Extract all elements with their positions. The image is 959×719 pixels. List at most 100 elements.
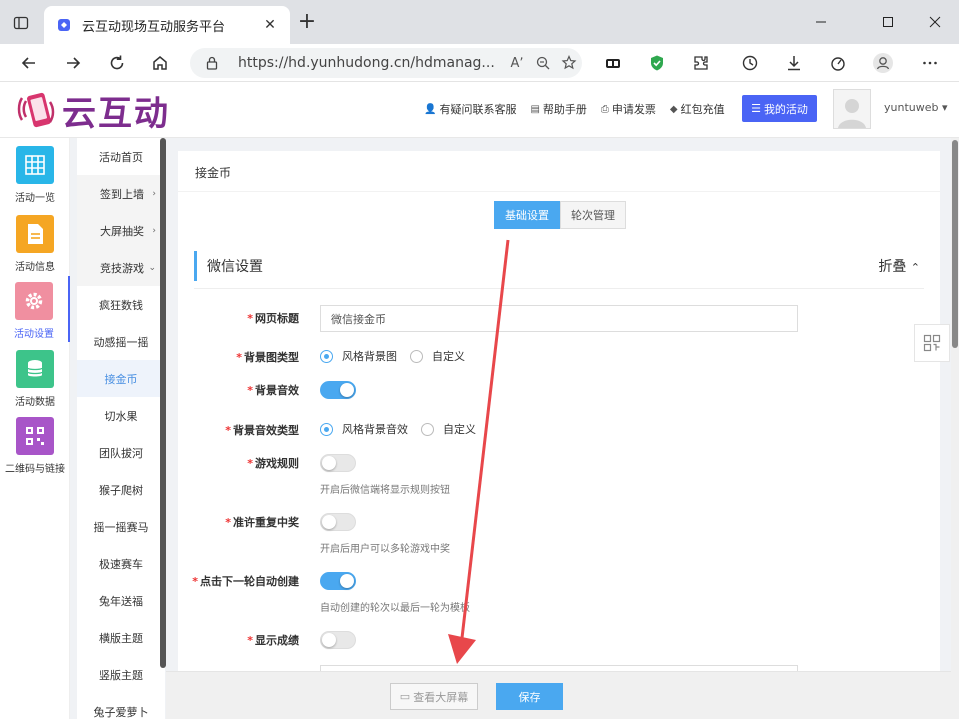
minimize-icon[interactable] xyxy=(799,8,843,36)
chevron-up-icon: ⌃ xyxy=(910,261,920,274)
printer-icon: ⎙ xyxy=(600,103,609,115)
sub-nav-item[interactable]: 极速赛车 xyxy=(77,545,165,582)
grid-icon xyxy=(16,146,54,184)
page-title: 接金币 xyxy=(195,166,232,180)
repeat-win-switch[interactable] xyxy=(320,513,356,531)
list-icon: ☰ xyxy=(751,102,761,115)
sub-nav-item[interactable]: 竞技游戏 ⌄ xyxy=(77,249,165,286)
contact-support-link[interactable]: 👤 有疑问联系客服 xyxy=(424,101,516,117)
page-scrollbar[interactable] xyxy=(951,138,959,719)
nav-activity-settings[interactable]: 活动设置 xyxy=(0,276,70,342)
qrcode-icon xyxy=(16,417,54,455)
more-menu-icon[interactable] xyxy=(916,49,944,77)
secondary-nav: 活动首页 签到上墙 › 大屏抽奖 › 竞技游戏 ⌄ 疯狂数钱 动感摇一摇 接金币 切水果 团队拔河 猴子… xyxy=(77,138,165,719)
gear-icon xyxy=(15,282,53,320)
fold-toggle[interactable]: 折叠 ⌃ xyxy=(878,256,920,276)
avatar[interactable] xyxy=(833,89,871,129)
new-tab-button[interactable]: + xyxy=(296,11,318,34)
sub-nav-item[interactable]: 兔子爱萝卜 xyxy=(77,693,165,719)
close-tab-icon[interactable]: ✕ xyxy=(262,17,278,33)
monitor-icon: ▭ xyxy=(399,690,411,703)
back-icon[interactable] xyxy=(15,49,43,77)
browser-tab[interactable]: 云互动现场互动服务平台 ✕ xyxy=(44,6,290,44)
logo[interactable]: 云互动 xyxy=(16,86,170,135)
bg-sound-switch[interactable] xyxy=(320,381,356,399)
home-icon[interactable] xyxy=(146,49,174,77)
my-activity-button[interactable]: ☰ 我的活动 xyxy=(742,95,817,122)
chevron-icon: › xyxy=(152,188,156,199)
performance-icon[interactable] xyxy=(824,49,852,77)
secondary-nav-scrollbar[interactable] xyxy=(160,138,166,668)
nav-activity-overview[interactable]: 活动一览 xyxy=(0,140,70,206)
sub-nav-item[interactable]: 兔年送福 xyxy=(77,582,165,619)
lock-icon xyxy=(206,56,218,70)
rules-switch[interactable] xyxy=(320,454,356,472)
history-icon[interactable] xyxy=(736,49,764,77)
url-text: https://hd.yunhudong.cn/hdmanag... xyxy=(238,55,495,71)
auto-next-switch[interactable] xyxy=(320,572,356,590)
bg-sound-type-label: * 背景音效类型 xyxy=(225,424,299,437)
save-button[interactable]: 保存 xyxy=(496,683,563,710)
shield-extension-icon[interactable] xyxy=(643,49,671,77)
nav-activity-info[interactable]: 活动信息 xyxy=(0,209,70,275)
chevron-icon: ⌄ xyxy=(148,262,156,273)
page-title-label: * 网页标题 xyxy=(247,312,299,325)
bg-sound-radio-custom[interactable] xyxy=(421,422,434,436)
sub-nav-item[interactable]: 摇一摇赛马 xyxy=(77,508,165,545)
download-icon[interactable] xyxy=(780,49,808,77)
refresh-icon[interactable] xyxy=(103,49,131,77)
sub-nav-item[interactable]: 活动首页 xyxy=(77,138,165,175)
tab-round-management[interactable]: 轮次管理 xyxy=(560,201,626,229)
username-menu[interactable]: yuntuweb ▾ xyxy=(884,101,948,114)
title-divider xyxy=(178,191,940,192)
auto-next-label: * 点击下一轮自动创建 xyxy=(192,575,299,588)
floating-qrcode-button[interactable] xyxy=(914,324,950,362)
view-big-screen-button[interactable]: ▭ 查看大屏幕 xyxy=(390,683,478,710)
main-panel: 接金币 基础设置 轮次管理 微信设置 折叠 ⌃ * 网页标题 微信接金币 * 背景图… xyxy=(178,151,940,671)
page-scrollbar-thumb[interactable] xyxy=(952,140,958,348)
rules-label: * 游戏规则 xyxy=(247,457,299,470)
book-icon: ▤ xyxy=(530,103,540,115)
sub-nav-item[interactable]: 切水果 xyxy=(77,397,165,434)
sub-nav-item[interactable]: 猴子爬树 xyxy=(77,471,165,508)
sub-nav-item[interactable]: 团队拔河 xyxy=(77,434,165,471)
qrcode-outline-icon xyxy=(923,334,941,352)
maximize-icon[interactable] xyxy=(866,8,910,36)
sub-nav-item[interactable]: 接金币 xyxy=(77,360,165,397)
invoice-link[interactable]: ⎙ 申请发票 xyxy=(601,101,656,117)
sub-nav-item[interactable]: 动感摇一摇 xyxy=(77,323,165,360)
read-aloud-icon[interactable]: Aʼ xyxy=(504,50,530,76)
tab-actions-icon[interactable] xyxy=(10,12,32,34)
add-favorite-icon[interactable] xyxy=(556,50,582,76)
sub-nav-item[interactable]: 签到上墙 › xyxy=(77,175,165,212)
help-manual-link[interactable]: ▤ 帮助手册 xyxy=(530,101,586,117)
caret-down-icon: ▾ xyxy=(941,101,948,114)
collections-icon[interactable] xyxy=(599,49,627,77)
nav-qrcode-links[interactable]: 二维码与链接 xyxy=(0,411,70,477)
address-bar[interactable]: https://hd.yunhudong.cn/hdmanag... Aʼ xyxy=(190,48,582,78)
window-close-icon[interactable] xyxy=(913,8,957,36)
red-packet-recharge-link[interactable]: ◆ 红包充值 xyxy=(670,101,725,117)
extensions-icon[interactable] xyxy=(687,49,715,77)
page-title-input[interactable]: 微信接金币 xyxy=(320,305,798,332)
sub-nav-item[interactable]: 竖版主题 xyxy=(77,656,165,693)
profile-icon[interactable] xyxy=(869,49,897,77)
sub-nav-item[interactable]: 横版主题 xyxy=(77,619,165,656)
zoom-icon[interactable] xyxy=(530,50,556,76)
bg-type-radio-style[interactable] xyxy=(320,349,333,363)
phone-logo-icon xyxy=(17,92,55,127)
document-icon xyxy=(16,215,54,253)
site-header: 云互动 👤 有疑问联系客服 ▤ 帮助手册 ⎙ 申请发票 ◆ 红包充值 ☰ 我的活动 yun… xyxy=(0,82,959,138)
chevron-icon: › xyxy=(152,225,156,236)
browser-tab-bar: 云互动现场互动服务平台 ✕ + xyxy=(0,0,959,44)
nav-activity-data[interactable]: 活动数据 xyxy=(0,344,70,410)
sub-nav-item[interactable]: 大屏抽奖 › xyxy=(77,212,165,249)
bg-type-radio-group: 风格背景图 自定义 xyxy=(320,348,478,364)
show-score-switch[interactable] xyxy=(320,631,356,649)
sub-nav-item[interactable]: 疯狂数钱 xyxy=(77,286,165,323)
forward-icon[interactable] xyxy=(59,49,87,77)
tab-basic-settings[interactable]: 基础设置 xyxy=(494,201,560,229)
bg-sound-radio-style[interactable] xyxy=(320,422,333,436)
bg-type-radio-custom[interactable] xyxy=(410,349,423,363)
bottom-action-bar: ▭ 查看大屏幕 保存 xyxy=(166,671,951,719)
